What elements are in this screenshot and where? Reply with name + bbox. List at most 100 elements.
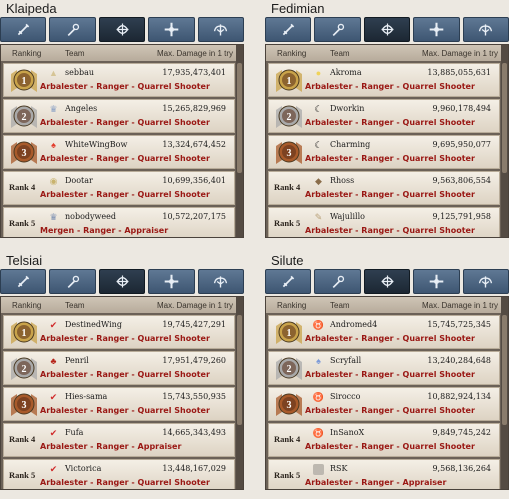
- team-name: Charming: [330, 140, 371, 149]
- tab-wings[interactable]: [197, 17, 245, 42]
- class-path: Arbalester - Ranger - Quarrel Shooter: [40, 334, 210, 343]
- tab-wings[interactable]: [197, 269, 245, 294]
- rank-medal-icon: 3: [9, 390, 39, 418]
- scrollbar[interactable]: [236, 297, 243, 489]
- ranking-row[interactable]: Rank 4 ✔ Fufa 14,665,343,493 Arbalester - Ra…: [3, 423, 235, 457]
- wing-icon: ✔: [49, 464, 58, 474]
- svg-text:3: 3: [287, 400, 292, 411]
- scrollbar[interactable]: [501, 297, 508, 489]
- ranking-row[interactable]: 2 ♠ Scryfall 13,240,284,648 Arbalester - Ran…: [268, 351, 500, 385]
- ranking-row[interactable]: 2 ☾ Dworkin 9,960,178,494 Arbalester - Range…: [268, 99, 500, 133]
- svg-text:1: 1: [22, 328, 27, 339]
- rank-medal-icon: 2: [9, 102, 39, 130]
- max-damage: 9,960,178,494: [432, 104, 491, 113]
- scrollbar[interactable]: [501, 45, 508, 237]
- ranking-board: Ranking Team Max. Damage in 1 try 1 ▲ sebbau 1…: [0, 44, 244, 238]
- rank-medal-icon: 3: [274, 390, 304, 418]
- ranking-column: Ranking: [12, 49, 42, 58]
- svg-text:1: 1: [22, 76, 27, 87]
- server-title: Silute: [271, 253, 304, 268]
- ranking-column: Ranking: [277, 301, 307, 310]
- ranking-row[interactable]: 2 ♛ Angeles 15,265,829,969 Arbalester - Rang…: [3, 99, 235, 133]
- rank-medal-icon: 2: [9, 354, 39, 382]
- ranking-row[interactable]: Rank 4 ◆ Rhoss 9,563,806,554 Arbalester - Ra…: [268, 171, 500, 205]
- scrollbar-thumb[interactable]: [502, 63, 507, 173]
- ranking-row[interactable]: 3 ♠ WhiteWingBow 13,324,674,452 Arbalester -…: [3, 135, 235, 169]
- ranking-row[interactable]: 1 ▲ sebbau 17,935,473,401 Arbalester - Range…: [3, 63, 235, 97]
- max-damage: 10,699,356,401: [162, 176, 226, 185]
- tab-wings[interactable]: [462, 269, 509, 294]
- rank-label: Rank 4: [274, 182, 301, 192]
- tab-cross[interactable]: [413, 269, 460, 294]
- ranking-row[interactable]: Rank 4 ◉ Dootar 10,699,356,401 Arbalester - …: [3, 171, 235, 205]
- team-name: RSK: [330, 464, 348, 473]
- ranking-row[interactable]: 2 ♣ Penril 17,951,479,260 Arbalester - Range…: [3, 351, 235, 385]
- max-damage: 10,572,207,175: [162, 212, 226, 221]
- cross-icon: [163, 273, 180, 290]
- class-path: Arbalester - Ranger - Quarrel Shooter: [40, 154, 210, 163]
- tab-sword[interactable]: [265, 269, 312, 294]
- team-column: Team: [330, 301, 350, 310]
- cross-icon: [428, 273, 445, 290]
- rank-medal-icon: 2: [274, 102, 304, 130]
- ranking-row[interactable]: Rank 5 ✔ Victorica 13,448,167,029 Arbalester…: [3, 459, 235, 489]
- ranking-row[interactable]: 3 ✔ Hies-sama 15,743,550,935 Arbalester - Ra…: [3, 387, 235, 421]
- class-path: Arbalester - Ranger - Quarrel Shooter: [305, 226, 475, 235]
- tab-staff[interactable]: [49, 17, 96, 42]
- ranking-row[interactable]: Rank 4 ♉ InSanoX 9,849,745,242 Arbalester - …: [268, 423, 500, 457]
- scrollbar-thumb[interactable]: [237, 315, 242, 425]
- tab-bow[interactable]: [98, 269, 146, 294]
- class-path: Arbalester - Ranger - Quarrel Shooter: [305, 442, 475, 451]
- ranking-row[interactable]: 1 ♉ Andromed4 15,745,725,345 Arbalester - Ra…: [268, 315, 500, 349]
- tab-bow[interactable]: [363, 17, 411, 42]
- class-tabs: [265, 17, 509, 42]
- ranking-row[interactable]: 3 ☾ Charming 9,695,950,077 Arbalester - Rang…: [268, 135, 500, 169]
- tab-bow[interactable]: [98, 17, 146, 42]
- rank-label: Rank 4: [9, 182, 36, 192]
- tab-staff[interactable]: [314, 17, 361, 42]
- ranking-row[interactable]: 1 ● Akroma 13,885,055,631 Arbalester - Range…: [268, 63, 500, 97]
- sword-icon: [280, 21, 297, 38]
- tab-bow[interactable]: [363, 269, 411, 294]
- tab-sword[interactable]: [0, 17, 47, 42]
- ranking-row[interactable]: 3 ♉ Sirocco 10,882,924,134 Arbalester - Rang…: [268, 387, 500, 421]
- demon-icon: ♣: [50, 356, 57, 366]
- tab-staff[interactable]: [49, 269, 96, 294]
- max-damage: 14,665,343,493: [162, 428, 226, 437]
- svg-text:3: 3: [22, 148, 27, 159]
- team-name: Sirocco: [330, 392, 361, 401]
- team-name: Penril: [65, 356, 89, 365]
- max-damage: 9,125,791,958: [432, 212, 491, 221]
- tab-sword[interactable]: [265, 17, 312, 42]
- emblem-icon: ◉: [49, 176, 58, 186]
- scrollbar-thumb[interactable]: [237, 63, 242, 173]
- moon-icon: ☾: [314, 140, 323, 150]
- scrollbar-thumb[interactable]: [502, 315, 507, 425]
- rank-medal-icon: 2: [274, 354, 304, 382]
- ranking-row[interactable]: 1 ✔ DestinedWing 19,745,427,291 Arbalester -…: [3, 315, 235, 349]
- ranking-row[interactable]: Rank 5 ✎ Wajulillo 9,125,791,958 Arbalester …: [268, 207, 500, 237]
- ranking-board: Ranking Team Max. Damage in 1 try 1 ● Akroma 1…: [265, 44, 509, 238]
- ranking-row[interactable]: Rank 5 ♛ nobodyweed 10,572,207,175 Mergen - …: [3, 207, 235, 237]
- staff-icon: [329, 21, 346, 38]
- tab-sword[interactable]: [0, 269, 47, 294]
- tab-wings[interactable]: [462, 17, 509, 42]
- tab-cross[interactable]: [148, 269, 195, 294]
- class-path: Arbalester - Ranger - Quarrel Shooter: [40, 370, 210, 379]
- tab-cross[interactable]: [413, 17, 460, 42]
- rank-label: Rank 5: [274, 470, 301, 480]
- cross-icon: [428, 21, 445, 38]
- svg-text:1: 1: [287, 328, 292, 339]
- tab-staff[interactable]: [314, 269, 361, 294]
- team-name: DestinedWing: [65, 320, 122, 329]
- max-damage: 17,951,479,260: [162, 356, 226, 365]
- ranking-row[interactable]: Rank 5 RSK 9,568,136,264 Arbalester - Range…: [268, 459, 500, 489]
- class-path: Arbalester - Ranger - Quarrel Shooter: [305, 334, 475, 343]
- staff-icon: [329, 273, 346, 290]
- damage-column: Max. Damage in 1 try: [156, 301, 233, 310]
- wings-icon: [212, 273, 229, 290]
- scrollbar[interactable]: [236, 45, 243, 237]
- ranking-board: Ranking Team Max. Damage in 1 try 1 ♉ Androme…: [265, 296, 509, 490]
- class-tabs: [265, 269, 509, 294]
- tab-cross[interactable]: [148, 17, 195, 42]
